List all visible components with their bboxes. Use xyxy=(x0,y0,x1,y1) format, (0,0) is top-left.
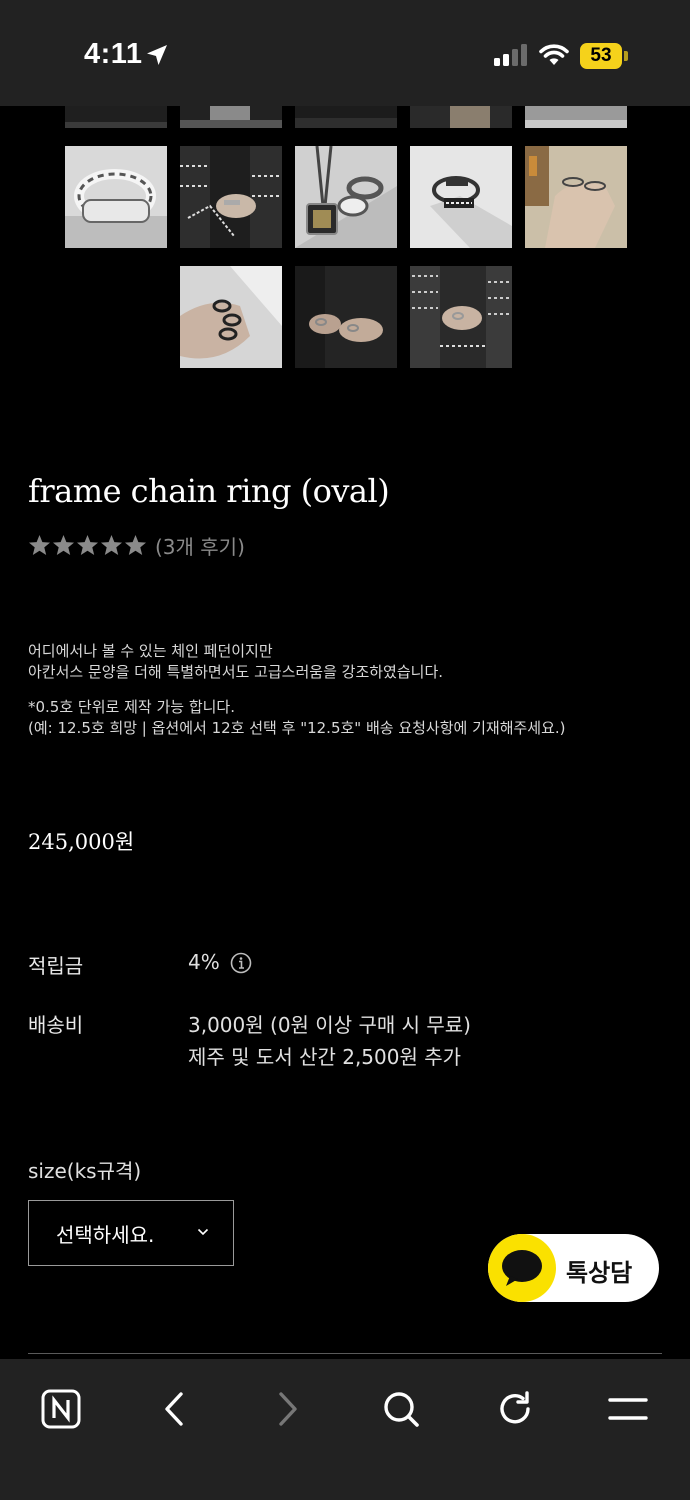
battery-level: 53 xyxy=(590,45,612,66)
kakao-logo xyxy=(488,1234,556,1302)
product-thumbnail[interactable] xyxy=(410,146,512,248)
status-bar: 4:11 53 xyxy=(0,0,690,106)
product-thumbnail[interactable] xyxy=(180,106,282,128)
star-icon xyxy=(76,534,99,556)
status-time: 4:11 xyxy=(84,38,143,70)
product-thumbnail[interactable] xyxy=(295,266,397,368)
description-line: (예: 12.5호 희망 | 옵션에서 12호 선택 후 "12.5호" 배송 … xyxy=(28,719,566,737)
size-select[interactable]: 선택하세요. xyxy=(28,1200,234,1266)
forward-button[interactable] xyxy=(258,1379,318,1439)
product-title: frame chain ring (oval) xyxy=(28,472,390,510)
chat-bubble-icon xyxy=(502,1250,542,1286)
wifi-icon xyxy=(539,44,569,65)
naver-home-button[interactable] xyxy=(31,1379,91,1439)
star-rating xyxy=(28,534,147,556)
product-thumbnail[interactable] xyxy=(180,146,282,248)
description-line: *0.5호 단위로 제작 가능 합니다. xyxy=(28,698,235,716)
product-thumbnail[interactable] xyxy=(410,106,512,128)
menu-button[interactable] xyxy=(598,1379,658,1439)
back-button[interactable] xyxy=(144,1379,204,1439)
browser-bottom-nav xyxy=(0,1359,690,1500)
review-count[interactable]: (3개 후기) xyxy=(155,531,245,560)
description-line: 어디에서나 볼 수 있는 체인 페던이지만 xyxy=(28,642,273,660)
star-icon xyxy=(100,534,123,556)
product-thumbnail[interactable] xyxy=(65,146,167,248)
product-thumbnail[interactable] xyxy=(295,146,397,248)
kakao-chat-button[interactable]: 톡상담 xyxy=(488,1234,659,1302)
naver-home-icon xyxy=(41,1389,81,1429)
star-icon xyxy=(52,534,75,556)
search-icon xyxy=(384,1392,419,1427)
refresh-button[interactable] xyxy=(485,1379,545,1439)
menu-icon xyxy=(608,1398,648,1420)
battery-indicator: 53 xyxy=(580,43,622,69)
product-price: 245,000원 xyxy=(28,830,135,854)
cellular-signal-icon xyxy=(494,44,527,66)
star-icon xyxy=(124,534,147,556)
product-thumbnail[interactable] xyxy=(525,146,627,248)
battery-cap xyxy=(624,51,628,61)
product-rating[interactable]: (3개 후기) xyxy=(28,531,245,560)
points-value: 4% xyxy=(188,950,220,974)
product-thumbnail[interactable] xyxy=(65,106,167,128)
info-icon[interactable] xyxy=(230,952,252,974)
search-button[interactable] xyxy=(371,1379,431,1439)
chevron-down-icon xyxy=(197,1228,209,1236)
location-arrow-icon xyxy=(147,45,167,65)
product-thumbnail[interactable] xyxy=(295,106,397,128)
product-thumbnail[interactable] xyxy=(525,106,627,128)
kakao-chat-label: 톡상담 xyxy=(566,1259,633,1287)
back-icon xyxy=(165,1392,183,1426)
size-select-value: 선택하세요. xyxy=(56,1222,155,1247)
refresh-icon xyxy=(500,1391,530,1424)
product-thumbnail[interactable] xyxy=(410,266,512,368)
shipping-extra: 제주 및 도서 산간 2,500원 추가 xyxy=(188,1045,462,1069)
product-thumbnail[interactable] xyxy=(180,266,282,368)
points-label: 적립금 xyxy=(28,954,84,978)
shipping-label: 배송비 xyxy=(28,1013,84,1037)
star-icon xyxy=(28,534,51,556)
description-line: 아칸서스 문양을 더해 특별하면서도 고급스러움을 강조하였습니다. xyxy=(28,663,444,681)
divider xyxy=(28,1353,662,1354)
size-label: size(ks규격) xyxy=(28,1159,142,1183)
shipping-fee: 3,000원 (0원 이상 구매 시 무료) xyxy=(188,1013,471,1037)
forward-icon xyxy=(279,1392,297,1426)
